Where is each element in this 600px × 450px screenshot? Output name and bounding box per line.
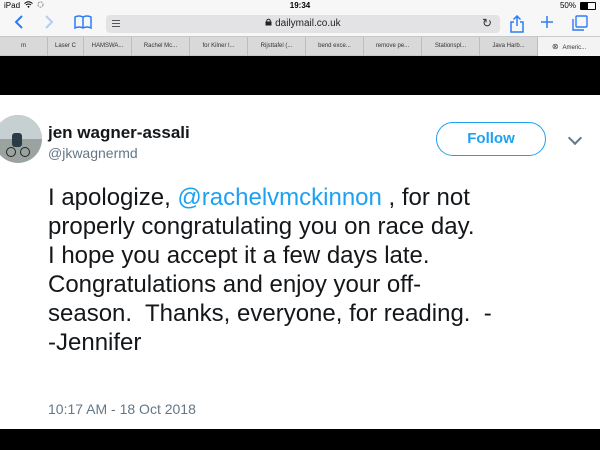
bookmarks-icon[interactable] bbox=[74, 15, 92, 34]
tabs-overview-icon[interactable] bbox=[572, 15, 588, 36]
battery-percent: 50% bbox=[559, 1, 576, 10]
tab-item-active[interactable]: ⊗ Americ... bbox=[538, 37, 600, 56]
lock-icon bbox=[265, 18, 275, 29]
tweet-line: Congratulations and enjoy your off- bbox=[48, 271, 422, 298]
back-icon[interactable] bbox=[14, 15, 24, 34]
status-bar: iPad 19:34 50% bbox=[0, 0, 600, 12]
tab-item[interactable]: m bbox=[0, 37, 48, 56]
tweet-text: I apologize, @rachelvmckinnon , for not … bbox=[48, 183, 594, 357]
avatar[interactable] bbox=[0, 115, 42, 163]
tab-item[interactable]: for Kilner l... bbox=[190, 37, 248, 56]
avatar-wheel bbox=[6, 147, 16, 157]
battery-fill bbox=[581, 2, 588, 9]
tab-item[interactable]: Java Harb... bbox=[480, 37, 538, 56]
tweet-line: I hope you accept it a few days late. bbox=[48, 242, 430, 269]
author-handle[interactable]: @jkwagnermd bbox=[48, 145, 138, 161]
tab-item[interactable]: Stationspl... bbox=[422, 37, 480, 56]
status-right: 50% bbox=[560, 1, 596, 10]
tab-item[interactable]: Rijsttafel (... bbox=[248, 37, 306, 56]
tweet-line: -Jennifer bbox=[48, 329, 142, 356]
tweet-text-segment: , for not bbox=[381, 184, 470, 211]
new-tab-icon[interactable] bbox=[540, 15, 554, 34]
tab-label: Americ... bbox=[562, 45, 587, 51]
mention-link[interactable]: @rachelvmckinnon bbox=[177, 184, 381, 211]
tweet-line: season. Thanks, everyone, for reading. - bbox=[48, 300, 492, 327]
tab-item[interactable]: Rachel Mc... bbox=[132, 37, 190, 56]
reload-icon[interactable]: ↻ bbox=[482, 16, 492, 30]
tab-strip: m Laser C HAMSWA... Rachel Mc... for Kil… bbox=[0, 36, 600, 56]
avatar-wheel bbox=[20, 147, 30, 157]
author-name[interactable]: jen wagner-assali bbox=[48, 123, 190, 143]
url-domain: dailymail.co.uk bbox=[275, 18, 341, 29]
battery-icon bbox=[580, 1, 596, 10]
tweet-line: properly congratulating you on race day. bbox=[48, 213, 475, 240]
forward-icon[interactable] bbox=[44, 15, 54, 34]
tab-item[interactable]: remove pe... bbox=[364, 37, 422, 56]
follow-button[interactable]: Follow bbox=[436, 122, 546, 156]
clock: 19:34 bbox=[289, 1, 311, 10]
tweet-text-segment: I apologize, bbox=[48, 184, 178, 211]
chevron-down-icon[interactable] bbox=[567, 130, 583, 146]
close-tab-icon[interactable]: ⊗ bbox=[552, 42, 559, 51]
tab-item[interactable]: bend exce... bbox=[306, 37, 364, 56]
tweet-card: jen wagner-assali @jkwagnermd Follow I a… bbox=[0, 95, 600, 429]
avatar-rider bbox=[12, 133, 22, 147]
share-icon[interactable] bbox=[510, 14, 524, 38]
tweet-line: I apologize, @rachelvmckinnon , for not bbox=[48, 183, 594, 212]
url-text: dailymail.co.uk bbox=[106, 18, 500, 29]
tab-item[interactable]: HAMSWA... bbox=[84, 37, 132, 56]
address-bar[interactable]: dailymail.co.uk ↻ bbox=[106, 15, 500, 33]
tweet-timestamp[interactable]: 10:17 AM - 18 Oct 2018 bbox=[48, 401, 196, 417]
tab-item[interactable]: Laser C bbox=[48, 37, 84, 56]
browser-toolbar: dailymail.co.uk ↻ bbox=[0, 12, 600, 36]
